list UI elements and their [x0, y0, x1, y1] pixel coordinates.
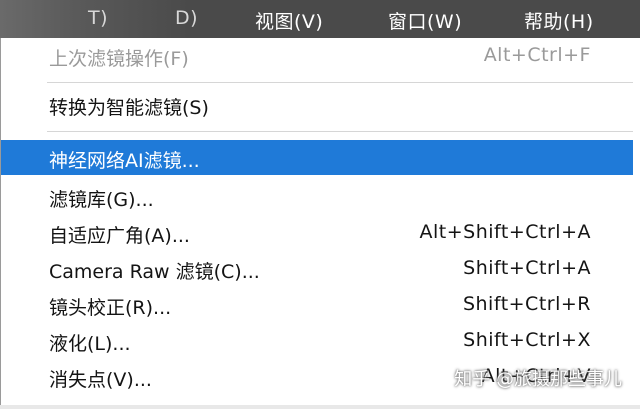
menu-item-partial-1[interactable]: T)	[88, 7, 108, 29]
menu-item-label: 滤镜库(G)...	[49, 189, 154, 211]
menu-item-partial-2[interactable]: D)	[175, 7, 198, 29]
menu-item-help[interactable]: 帮助(H)	[524, 7, 594, 34]
menu-bottom-edge	[0, 405, 640, 409]
menu-item-filter-gallery[interactable]: 滤镜库(G)...	[1, 179, 633, 214]
menu-item-window[interactable]: 窗口(W)	[388, 7, 462, 34]
menu-item-label: 转换为智能滤镜(S)	[49, 97, 209, 119]
menu-item-shortcut: Shift+Ctrl+A	[463, 257, 591, 279]
menu-item-label: 上次滤镜操作(F)	[49, 48, 189, 70]
watermark: 知乎 @旅摄那些事儿	[454, 369, 622, 390]
menu-item-shortcut: Shift+Ctrl+R	[462, 293, 591, 315]
menu-item-label: Camera Raw 滤镜(C)...	[49, 261, 260, 283]
menu-item-convert-smart-filter[interactable]: 转换为智能滤镜(S)	[1, 87, 633, 122]
menu-item-shortcut: Alt+Shift+Ctrl+A	[419, 221, 591, 243]
menu-item-label: 镜头校正(R)...	[49, 297, 172, 319]
menu-item-view[interactable]: 视图(V)	[255, 7, 323, 34]
menu-item-adaptive-wide-angle[interactable]: 自适应广角(A)... Alt+Shift+Ctrl+A	[1, 215, 633, 250]
menu-separator	[47, 131, 633, 132]
menu-item-liquify[interactable]: 液化(L)... Shift+Ctrl+X	[1, 323, 633, 358]
menu-item-shortcut: Alt+Ctrl+F	[483, 44, 591, 66]
menu-item-lens-correction[interactable]: 镜头校正(R)... Shift+Ctrl+R	[1, 287, 633, 322]
menu-item-label: 液化(L)...	[49, 333, 131, 355]
menu-item-neural-filters[interactable]: 神经网络AI滤镜...	[1, 140, 633, 175]
menu-separator	[47, 82, 633, 83]
menu-item-camera-raw-filter[interactable]: Camera Raw 滤镜(C)... Shift+Ctrl+A	[1, 251, 633, 286]
menu-item-label: 自适应广角(A)...	[49, 225, 190, 247]
menu-bar: T) D) 视图(V) 窗口(W) 帮助(H)	[0, 0, 640, 38]
menu-item-label: 神经网络AI滤镜...	[49, 150, 200, 172]
menu-item-shortcut: Shift+Ctrl+X	[463, 329, 591, 351]
menu-item-last-filter: 上次滤镜操作(F) Alt+Ctrl+F	[1, 38, 633, 73]
menu-item-label: 消失点(V)...	[49, 369, 152, 391]
filter-dropdown-menu: 上次滤镜操作(F) Alt+Ctrl+F 转换为智能滤镜(S) 神经网络AI滤镜…	[0, 38, 640, 409]
